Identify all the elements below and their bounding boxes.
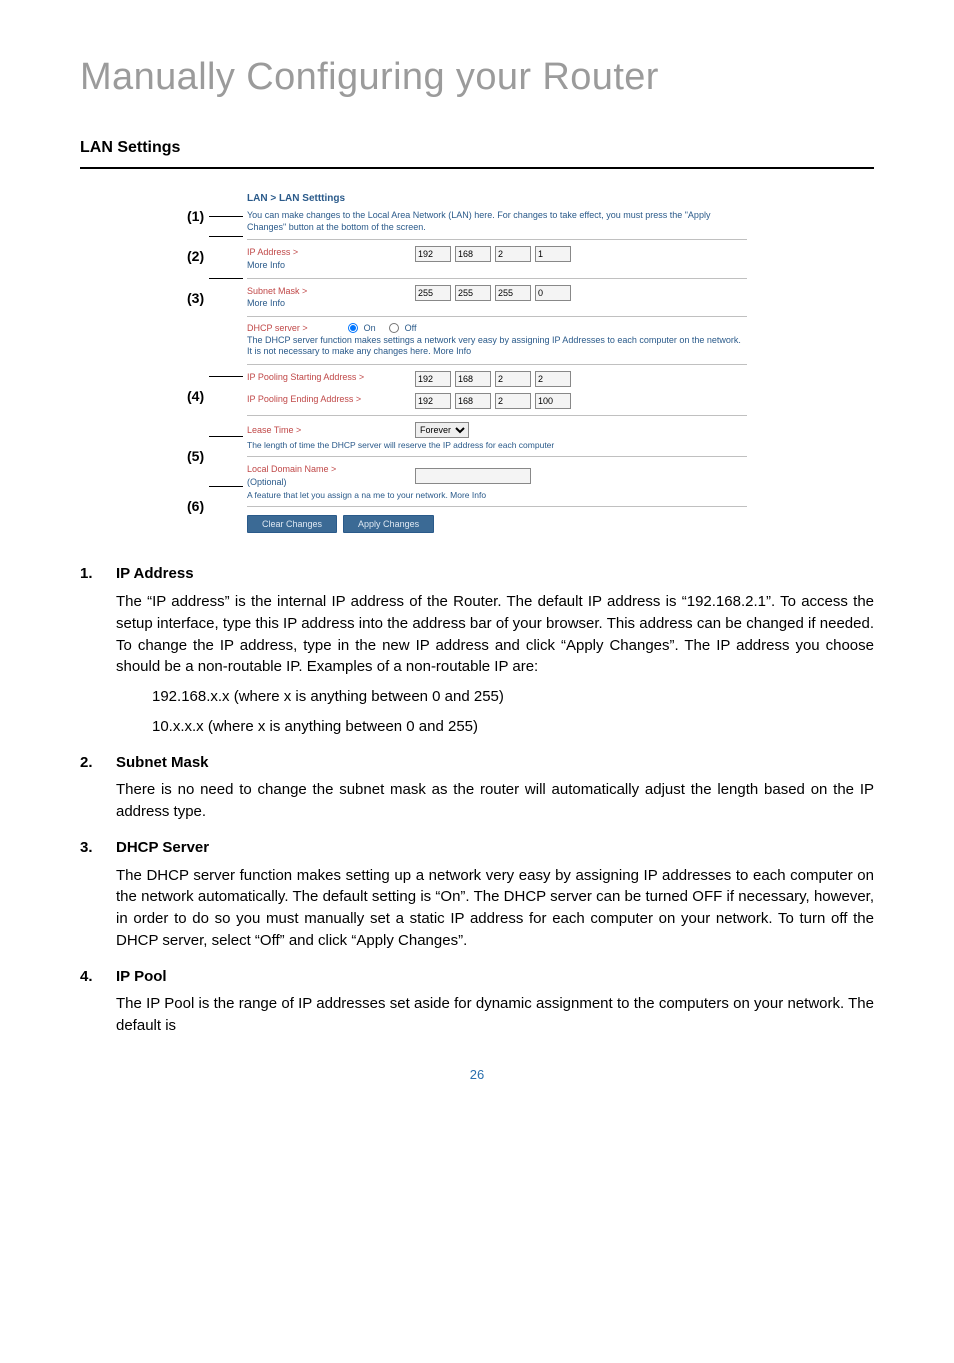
item-body: There is no need to change the subnet ma… xyxy=(116,779,874,823)
callout-2: (2) xyxy=(187,249,204,263)
item-head: IP Address xyxy=(116,563,194,585)
lease-time-select[interactable]: Forever xyxy=(415,422,469,438)
callout-1: (1) xyxy=(187,209,204,223)
item-head: Subnet Mask xyxy=(116,752,209,774)
lead-line xyxy=(209,486,243,487)
callout-3: (3) xyxy=(187,291,204,305)
lease-time-label: Lease Time > xyxy=(247,425,301,435)
subnet-octet-1[interactable] xyxy=(415,285,451,301)
item-number: 1. xyxy=(80,563,116,585)
callout-5: (5) xyxy=(187,449,204,463)
subnet-octet-2[interactable] xyxy=(455,285,491,301)
ip-octet-3[interactable] xyxy=(495,246,531,262)
callout-6: (6) xyxy=(187,499,204,513)
pool-start-label: IP Pooling Starting Address > xyxy=(247,372,364,382)
body-content: 1. IP Address The “IP address” is the in… xyxy=(80,563,874,1037)
subnet-octet-4[interactable] xyxy=(535,285,571,301)
pool-end-row: IP Pooling Ending Address > xyxy=(247,393,747,415)
local-domain-row: Local Domain Name > (Optional) A feature… xyxy=(247,456,747,506)
section-title: LAN Settings xyxy=(80,139,874,157)
item-sub: 192.168.x.x (where x is anything between… xyxy=(152,686,874,708)
local-domain-input[interactable] xyxy=(415,468,531,484)
ip-octet-1[interactable] xyxy=(415,246,451,262)
callout-4: (4) xyxy=(187,389,204,403)
item-sub: 10.x.x.x (where x is anything between 0 … xyxy=(152,716,874,738)
lead-line xyxy=(209,236,243,237)
pool-end-2[interactable] xyxy=(455,393,491,409)
local-domain-note: A feature that let you assign a na me to… xyxy=(247,490,747,500)
ip-octet-2[interactable] xyxy=(455,246,491,262)
optional-label: (Optional) xyxy=(247,476,407,489)
pool-end-4[interactable] xyxy=(535,393,571,409)
subnet-mask-row: Subnet Mask > More Info xyxy=(247,278,747,316)
subnet-octet-3[interactable] xyxy=(495,285,531,301)
apply-changes-button[interactable]: Apply Changes xyxy=(343,515,434,533)
dhcp-desc: The DHCP server function makes settings … xyxy=(247,335,747,358)
pool-start-3[interactable] xyxy=(495,371,531,387)
lan-settings-screenshot: (1) (2) (3) (4) (5) (6) LAN > LAN Settti… xyxy=(197,189,757,533)
item-body: The “IP address” is the internal IP addr… xyxy=(116,591,874,678)
item-number: 2. xyxy=(80,752,116,774)
pool-end-label: IP Pooling Ending Address > xyxy=(247,394,361,404)
pool-end-1[interactable] xyxy=(415,393,451,409)
ip-octet-4[interactable] xyxy=(535,246,571,262)
pool-start-row: IP Pooling Starting Address > xyxy=(247,364,747,393)
item-body: The DHCP server function makes setting u… xyxy=(116,865,874,952)
lease-note: The length of time the DHCP server will … xyxy=(247,440,747,450)
pool-start-4[interactable] xyxy=(535,371,571,387)
more-info-link[interactable]: More Info xyxy=(247,297,407,310)
ip-address-row: IP Address > More Info xyxy=(247,239,747,277)
lan-settings-panel: LAN > LAN Setttings You can make changes… xyxy=(247,189,747,533)
panel-desc: You can make changes to the Local Area N… xyxy=(247,208,747,239)
on-label: On xyxy=(364,323,376,333)
dhcp-off-radio[interactable] xyxy=(389,323,399,333)
button-row: Clear Changes Apply Changes xyxy=(247,506,747,533)
more-info-link[interactable]: More Info xyxy=(247,259,407,272)
page-number: 26 xyxy=(80,1067,874,1082)
item-number: 3. xyxy=(80,837,116,859)
dhcp-server-row: DHCP server > On Off The DHCP server fun… xyxy=(247,316,747,364)
dhcp-on-radio[interactable] xyxy=(348,323,358,333)
local-domain-label: Local Domain Name > xyxy=(247,464,336,474)
ip-address-label: IP Address > xyxy=(247,247,298,257)
clear-changes-button[interactable]: Clear Changes xyxy=(247,515,337,533)
item-head: DHCP Server xyxy=(116,837,209,859)
section-underline xyxy=(80,167,874,169)
pool-start-2[interactable] xyxy=(455,371,491,387)
pool-end-3[interactable] xyxy=(495,393,531,409)
subnet-mask-label: Subnet Mask > xyxy=(247,286,307,296)
pool-start-1[interactable] xyxy=(415,371,451,387)
off-label: Off xyxy=(405,323,417,333)
lead-line xyxy=(209,216,243,217)
lead-line xyxy=(209,436,243,437)
item-body: The IP Pool is the range of IP addresses… xyxy=(116,993,874,1037)
dhcp-server-label: DHCP server > xyxy=(247,323,308,333)
lead-line xyxy=(209,376,243,377)
item-head: IP Pool xyxy=(116,966,167,988)
lease-time-row: Lease Time > Forever The length of time … xyxy=(247,415,747,456)
page-title: Manually Configuring your Router xyxy=(80,56,874,99)
item-number: 4. xyxy=(80,966,116,988)
panel-heading: LAN > LAN Setttings xyxy=(247,189,747,208)
lead-line xyxy=(209,278,243,279)
